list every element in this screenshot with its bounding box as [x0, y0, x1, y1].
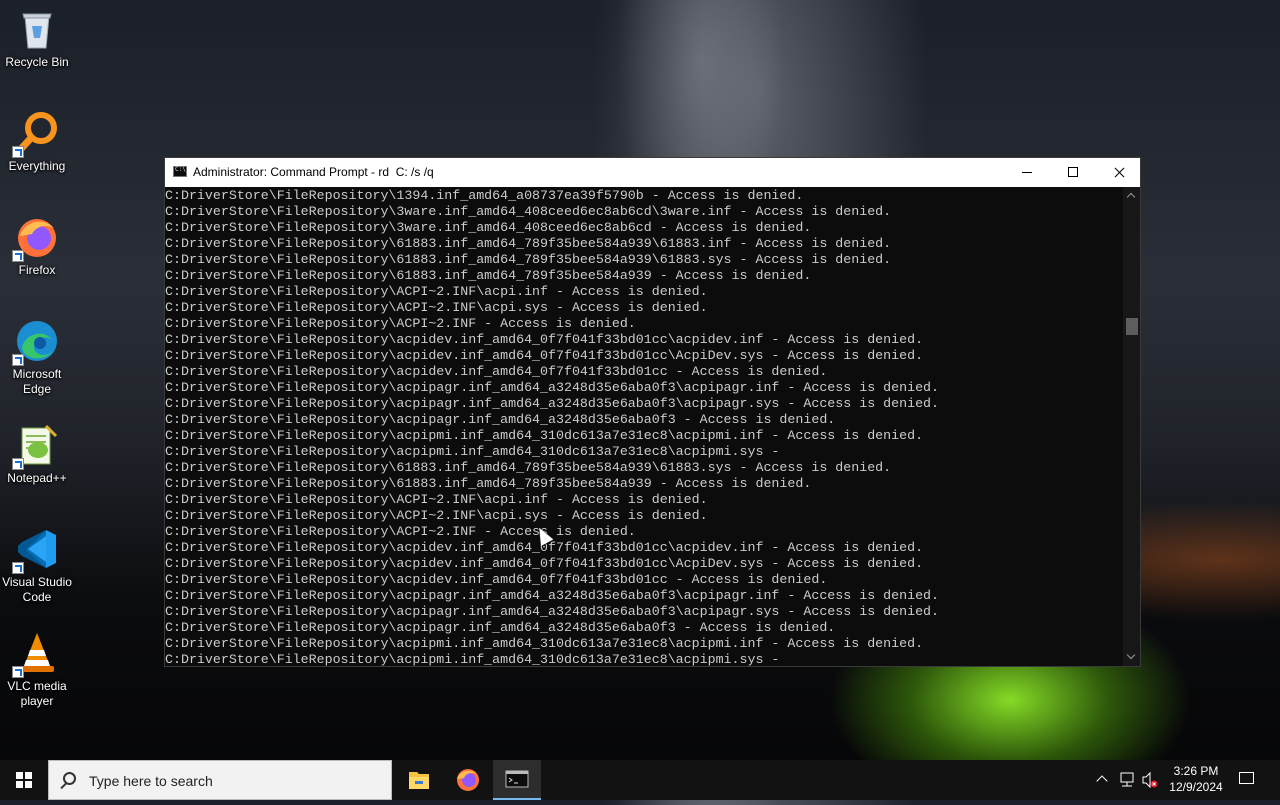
system-clock[interactable]: 3:26 PM 12/9/2024 — [1166, 763, 1226, 795]
console-line: C:DriverStore\FileRepository\acpidev.inf… — [165, 540, 924, 555]
console-line: C:DriverStore\FileRepository\61883.inf_a… — [165, 252, 892, 267]
close-button[interactable] — [1096, 158, 1142, 187]
firefox-icon — [12, 214, 60, 262]
console-line: C:DriverStore\FileRepository\acpipmi.inf… — [165, 428, 924, 443]
console-line: C:DriverStore\FileRepository\ACPI~2.INF … — [165, 316, 636, 331]
desktop-icon-microsoft-edge[interactable]: Microsoft Edge — [2, 312, 72, 397]
console-line: C:DriverStore\FileRepository\ACPI~2.INF\… — [165, 300, 708, 315]
shortcut-arrow-icon — [12, 146, 24, 158]
console-line: C:DriverStore\FileRepository\acpipagr.in… — [165, 620, 836, 635]
desktop-icon-recycle-bin[interactable]: Recycle Bin — [2, 0, 72, 70]
console-line: C:DriverStore\FileRepository\3ware.inf_a… — [165, 220, 812, 235]
desktop-icon-notepad-plus-plus[interactable]: Notepad++ — [2, 416, 72, 486]
taskbar-firefox[interactable] — [444, 760, 492, 800]
console-line: C:DriverStore\FileRepository\acpipagr.in… — [165, 604, 940, 619]
shortcut-arrow-icon — [12, 562, 24, 574]
console-line: C:DriverStore\FileRepository\61883.inf_a… — [165, 236, 892, 251]
taskbar-command-prompt[interactable] — [493, 760, 541, 800]
console-line: C:DriverStore\FileRepository\61883.inf_a… — [165, 476, 812, 491]
desktop-icon-visual-studio-code[interactable]: Visual Studio Code — [2, 520, 72, 605]
console-line: C:DriverStore\FileRepository\61883.inf_a… — [165, 268, 812, 283]
everything-search-icon — [12, 110, 60, 158]
desktop-icon-label: VLC media player — [7, 679, 67, 708]
shortcut-arrow-icon — [12, 250, 24, 262]
vertical-scrollbar[interactable] — [1123, 187, 1140, 666]
console-line: C:DriverStore\FileRepository\acpipmi.inf… — [165, 652, 780, 666]
minimize-button[interactable] — [1004, 158, 1050, 187]
search-placeholder: Type here to search — [89, 773, 213, 789]
command-prompt-window[interactable]: Administrator: Command Prompt - rd C: /s… — [164, 157, 1141, 667]
vscode-icon — [12, 526, 60, 574]
console-line: C:DriverStore\FileRepository\acpipagr.in… — [165, 396, 940, 411]
desktop-icon-label: Visual Studio Code — [2, 575, 72, 604]
console-line: C:DriverStore\FileRepository\acpipagr.in… — [165, 412, 836, 427]
clock-time: 3:26 PM — [1173, 764, 1219, 778]
desktop-icon-label: Firefox — [18, 263, 56, 277]
shortcut-arrow-icon — [12, 666, 24, 678]
vlc-icon — [12, 630, 60, 678]
console-line: C:DriverStore\FileRepository\acpipagr.in… — [165, 380, 940, 395]
desktop-icon-label: Notepad++ — [7, 471, 67, 485]
console-line: C:DriverStore\FileRepository\acpidev.inf… — [165, 332, 924, 347]
shortcut-arrow-icon — [12, 458, 24, 470]
console-line: C:DriverStore\FileRepository\acpidev.inf… — [165, 348, 924, 363]
console-line: C:DriverStore\FileRepository\acpipagr.in… — [165, 588, 940, 603]
window-titlebar[interactable]: Administrator: Command Prompt - rd C: /s… — [165, 158, 1140, 187]
start-button[interactable] — [0, 760, 48, 800]
windows-logo-icon — [16, 772, 32, 788]
maximize-button[interactable] — [1050, 158, 1096, 187]
console-line: C:DriverStore\FileRepository\1394.inf_am… — [165, 188, 804, 203]
clock-date: 12/9/2024 — [1169, 780, 1223, 794]
firefox-icon — [457, 769, 479, 791]
edge-icon — [12, 318, 60, 366]
command-prompt-icon — [173, 166, 187, 177]
console-output[interactable]: C:DriverStore\FileRepository\1394.inf_am… — [165, 188, 1125, 666]
console-line: C:DriverStore\FileRepository\ACPI~2.INF … — [165, 524, 636, 539]
file-explorer-icon — [409, 772, 429, 789]
console-line: C:DriverStore\FileRepository\ACPI~2.INF\… — [165, 508, 708, 523]
scroll-down-arrow-icon[interactable] — [1123, 649, 1140, 666]
taskbar: Type here to search 3:26 PM 12/9/2024 — [0, 760, 1280, 800]
network-icon[interactable] — [1118, 760, 1136, 800]
volume-muted-icon[interactable] — [1141, 760, 1159, 800]
show-hidden-icons-chevron-icon[interactable] — [1094, 760, 1110, 800]
taskbar-search-box[interactable]: Type here to search — [48, 760, 392, 800]
window-title: Administrator: Command Prompt - rd C: /s… — [193, 165, 434, 179]
console-line: C:DriverStore\FileRepository\acpidev.inf… — [165, 572, 828, 587]
console-line: C:DriverStore\FileRepository\acpidev.inf… — [165, 556, 924, 571]
command-prompt-icon — [505, 770, 529, 788]
desktop-icon-label: Everything — [8, 159, 66, 173]
desktop-icon-firefox[interactable]: Firefox — [2, 208, 72, 278]
notepad-plus-plus-icon — [12, 422, 60, 470]
taskbar-file-explorer[interactable] — [395, 760, 443, 800]
desktop-icon-label: Microsoft Edge — [12, 367, 62, 396]
console-line: C:DriverStore\FileRepository\acpipmi.inf… — [165, 444, 780, 459]
scroll-up-arrow-icon[interactable] — [1123, 187, 1140, 204]
console-line: C:DriverStore\FileRepository\61883.inf_a… — [165, 460, 892, 475]
desktop-icon-label: Recycle Bin — [5, 55, 69, 69]
notification-center-icon[interactable] — [1236, 760, 1258, 800]
console-line: C:DriverStore\FileRepository\acpipmi.inf… — [165, 636, 924, 651]
search-icon — [63, 772, 76, 785]
console-line: C:DriverStore\FileRepository\3ware.inf_a… — [165, 204, 892, 219]
shortcut-arrow-icon — [12, 354, 24, 366]
recycle-bin-icon — [14, 6, 60, 52]
scrollbar-thumb[interactable] — [1126, 318, 1138, 335]
console-line: C:DriverStore\FileRepository\ACPI~2.INF\… — [165, 284, 708, 299]
console-line: C:DriverStore\FileRepository\ACPI~2.INF\… — [165, 492, 708, 507]
desktop-icon-vlc-media-player[interactable]: VLC media player — [2, 624, 72, 709]
desktop-icon-everything[interactable]: Everything — [2, 104, 72, 174]
console-line: C:DriverStore\FileRepository\acpidev.inf… — [165, 364, 828, 379]
